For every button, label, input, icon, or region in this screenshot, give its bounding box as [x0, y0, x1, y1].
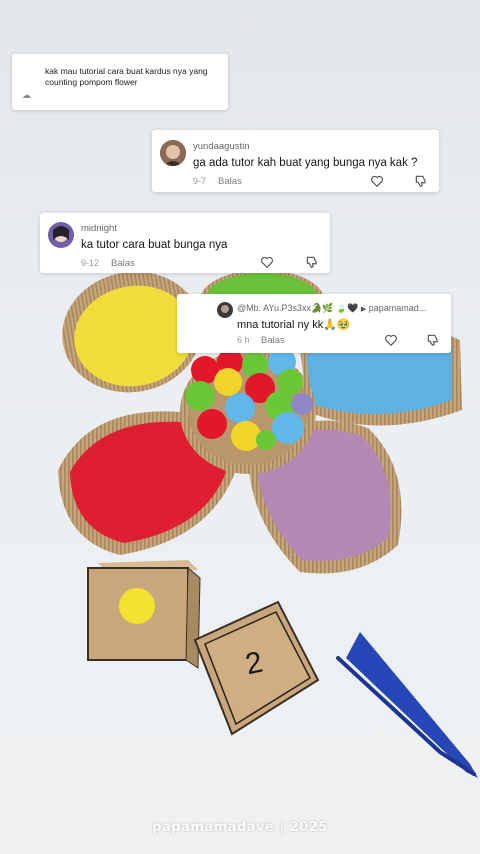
reply-button[interactable]: Balas — [261, 335, 285, 346]
reply-to-username: papamamad... — [368, 303, 427, 313]
comment-username[interactable]: yundaagustin — [193, 141, 250, 152]
reply-button[interactable]: Balas — [111, 258, 135, 269]
reply-arrow-icon: ▶ — [360, 306, 367, 313]
avatar[interactable] — [160, 140, 186, 166]
comment-username[interactable]: @Mb. AYu.P3s3xx🐊🌿 🍃🖤 ▶ papamamad... — [237, 303, 426, 314]
heart-icon[interactable] — [370, 174, 384, 188]
reply-bubble-text: kak mau tutorial cara buat kardus nya ya… — [45, 66, 208, 87]
thumbs-down-icon[interactable] — [426, 333, 440, 347]
comment-username[interactable]: midnight — [81, 223, 117, 234]
thumbs-down-icon[interactable] — [414, 174, 428, 188]
heart-icon[interactable] — [384, 333, 398, 347]
comment-date: 9-7 — [193, 176, 207, 186]
pompoms — [185, 348, 313, 451]
comment-date: 9-12 — [81, 258, 100, 268]
avatar[interactable] — [48, 222, 74, 248]
comment-card[interactable]: yundaagustin ga ada tutor kah buat yang … — [152, 130, 439, 192]
photo-scene: 2 — [0, 0, 480, 854]
watermark: papamamadave | 2025 — [152, 820, 328, 835]
comment-username-suffix: 🐊🌿 🍃🖤 — [311, 303, 359, 313]
thumbs-down-icon[interactable] — [305, 255, 319, 269]
avatar[interactable] — [217, 302, 233, 318]
comment-icon: ☁ — [22, 90, 31, 100]
comment-username-text: @Mb. AYu.P3s3xx — [237, 303, 312, 313]
reply-bubble: ☁ kak mau tutorial cara buat kardus nya … — [12, 54, 228, 110]
heart-icon[interactable] — [260, 255, 274, 269]
dice-dot — [87, 560, 201, 669]
comment-text: ga ada tutor kah buat yang bunga nya kak… — [193, 157, 418, 169]
comment-text: ka tutor cara buat bunga nya — [81, 239, 228, 251]
reply-button[interactable]: Balas — [218, 176, 242, 187]
comment-date: 6 h — [237, 335, 250, 345]
comment-card[interactable]: @Mb. AYu.P3s3xx🐊🌿 🍃🖤 ▶ papamamad... mna … — [177, 294, 451, 353]
comment-text: mna tutorial ny kk🙏🥹 — [237, 319, 351, 331]
comment-card[interactable]: midnight ka tutor cara buat bunga nya 9-… — [40, 213, 330, 273]
